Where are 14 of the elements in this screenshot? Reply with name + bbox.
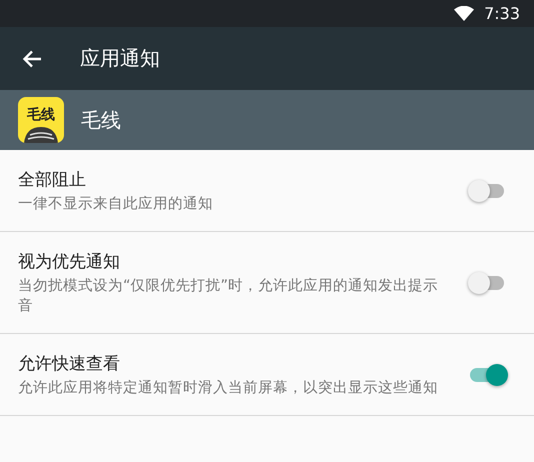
- screen-title: 应用通知: [80, 45, 160, 72]
- setting-description: 一律不显示来自此应用的通知: [18, 194, 214, 214]
- app-name: 毛线: [81, 106, 121, 134]
- toggle-switch[interactable]: [470, 364, 506, 386]
- clock-time: 7:33: [484, 4, 520, 23]
- setting-description: 允许此应用将特定通知暂时滑入当前屏幕，以突出显示这些通知: [18, 378, 439, 398]
- setting-title: 全部阻止: [18, 169, 87, 192]
- wifi-icon: [454, 6, 474, 21]
- app-icon: 毛线: [18, 97, 64, 143]
- setting-title: 允许快速查看: [18, 353, 121, 376]
- setting-title: 视为优先通知: [18, 251, 121, 274]
- toggle-switch[interactable]: [470, 180, 506, 202]
- toggle-switch[interactable]: [470, 272, 506, 294]
- setting-description: 当勿扰模式设为“仅限优先打扰”时，允许此应用的通知发出提示音: [18, 276, 440, 316]
